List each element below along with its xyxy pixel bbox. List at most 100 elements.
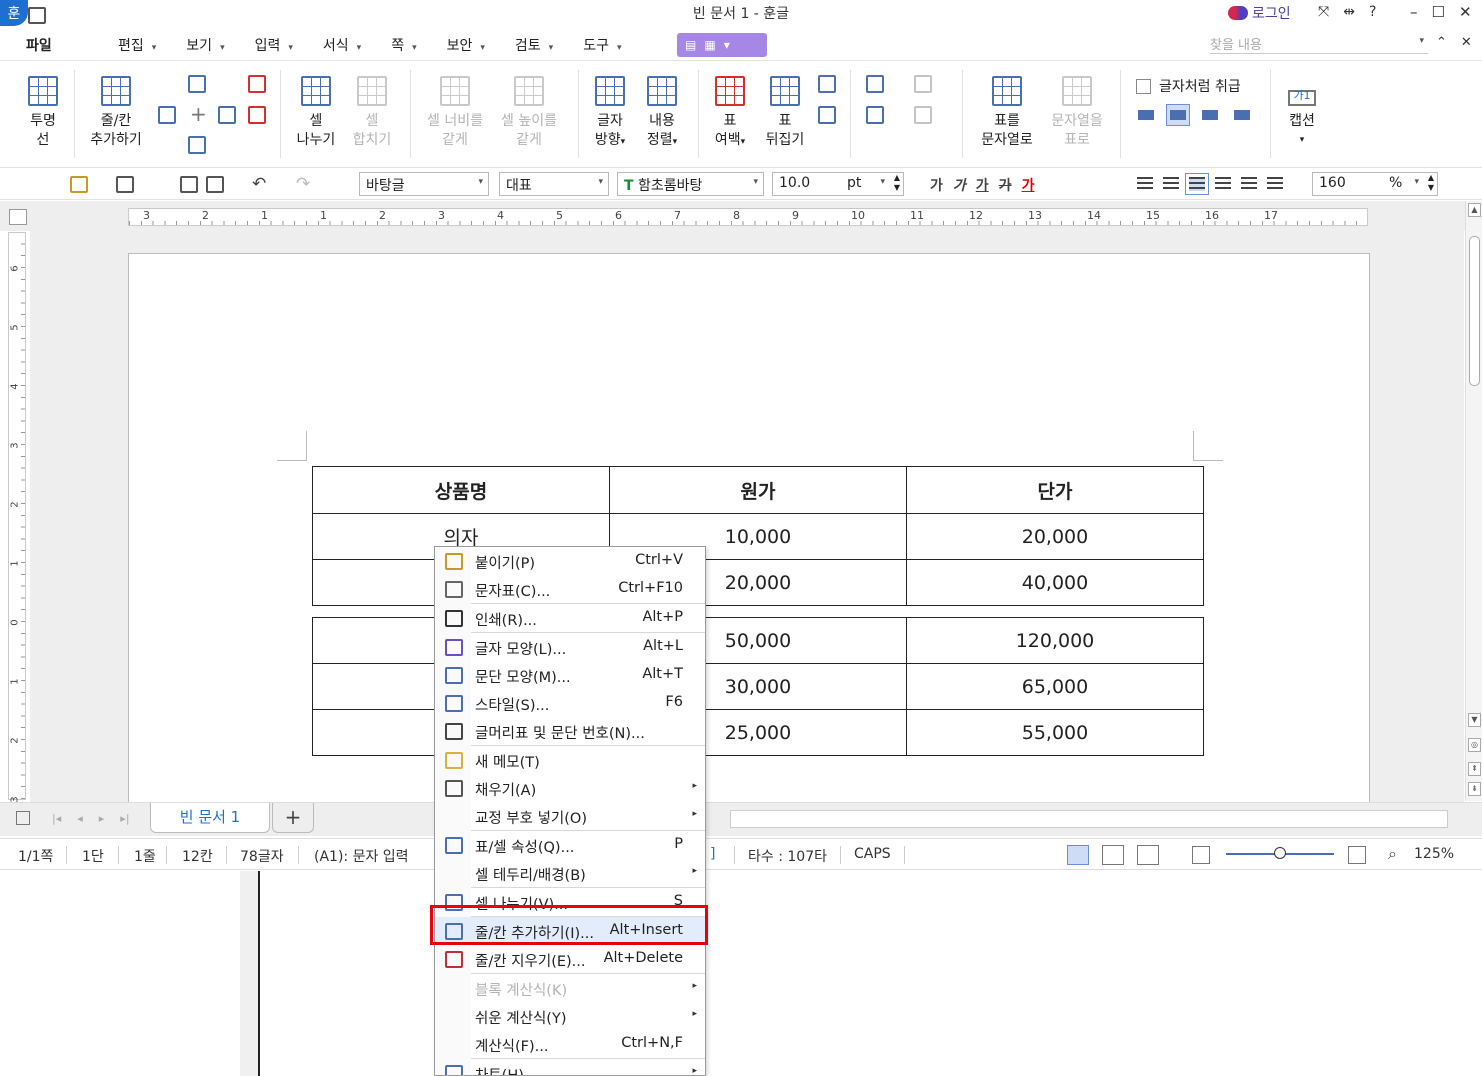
transparent-line-button[interactable]: 투명 선 [22,76,64,150]
italic-button[interactable]: 가 [953,175,966,195]
table-cell[interactable]: 120,000 [906,617,1204,664]
flip-table-button[interactable]: 표 뒤집기 [760,76,810,150]
open-folder-icon[interactable] [70,176,88,193]
context-menu-item[interactable]: 교정 부호 넣기(O) ▸ [435,802,705,830]
align-left-button[interactable] [1160,174,1182,194]
status-zoom[interactable]: 125% [1414,846,1454,862]
table-cell[interactable]: 55,000 [906,709,1204,756]
split-cell-button[interactable]: 셀 나누기 [294,76,338,150]
add-tab-button[interactable]: + [272,803,314,833]
table-cell[interactable]: 단가 [906,466,1204,514]
status-page[interactable]: 1/1쪽 [18,846,53,866]
prev-page-button[interactable]: ⇞ [1468,762,1481,776]
vertical-ruler[interactable]: 6543210123 [8,232,26,803]
close-doc-icon[interactable]: ✕ [1461,35,1472,50]
context-menu-item[interactable]: 블록 계산식(K) ▸ [435,974,705,1002]
text-direction-button[interactable]: 글자 방향▾ [588,76,632,152]
menu-security[interactable]: 보안 ▾ [447,35,485,55]
print-icon[interactable] [180,176,198,193]
search-input[interactable]: 찾을 내용 ▾ [1210,34,1428,54]
scroll-down-button[interactable]: ▼ [1468,713,1481,727]
new-doc-icon[interactable] [28,7,46,24]
menu-format[interactable]: 서식 ▾ [323,35,361,55]
table-cell[interactable]: 20,000 [906,513,1204,560]
context-menu-item[interactable]: 셀 테두리/배경(B) ▸ [435,859,705,887]
valign-justify-button[interactable] [1230,104,1254,126]
context-menu-item[interactable]: 글자 모양(L)... Alt+L [435,633,705,661]
undo-icon[interactable]: ↶ [252,174,266,194]
help-icon[interactable]: ? [1369,4,1376,20]
full-page-view-icon[interactable] [1137,845,1159,865]
horizontal-ruler[interactable]: 3 2 1 1 2 3 4 5 6 7 8 9 10 11 12 13 14 15 16 17 [128,208,1368,226]
add-row-col-button[interactable]: 줄/칸 추가하기 [84,76,148,150]
zoom-in-icon[interactable] [1348,846,1366,864]
fill-table-icon[interactable] [866,106,884,124]
zoom-out-icon[interactable] [1192,846,1210,864]
menu-view[interactable]: 보기 ▾ [186,35,224,55]
context-menu-item[interactable]: 계산식(F)... Ctrl+N,F [435,1030,705,1058]
equal-height-button[interactable]: 셀 높이를 같게 [494,76,564,150]
context-menu-item[interactable]: 문자표(C)... Ctrl+F10 [435,575,705,603]
chevron-down-icon[interactable]: ▾ [1419,36,1424,46]
insert-left-icon[interactable] [158,106,176,124]
table-cell[interactable]: 65,000 [906,663,1204,710]
valign-bottom-button[interactable] [1198,104,1222,126]
first-tab-button[interactable]: |◂ [52,812,61,825]
context-menu-item[interactable]: 표/셀 속성(Q)... P [435,831,705,859]
context-menu-item[interactable]: 인쇄(R)... Alt+P [435,604,705,632]
delete-col-icon[interactable] [248,106,266,124]
status-insert-mode[interactable]: ] [710,846,715,862]
delete-row-icon[interactable] [248,75,266,93]
equal-width-button[interactable]: 셀 너비를 같게 [420,76,490,150]
menu-review[interactable]: 검토 ▾ [515,35,553,55]
resize-icon[interactable]: ⇹ [1343,4,1355,20]
checkbox[interactable] [1136,78,1151,94]
menu-tools[interactable]: 도구 ▾ [583,35,621,55]
page-layout-icon[interactable] [16,811,30,825]
underline-button[interactable]: 가 [976,175,989,195]
align-distribute-button[interactable] [1238,174,1260,194]
prev-tab-button[interactable]: ◂ [77,812,83,825]
align-divide-button[interactable] [1264,174,1286,194]
table-margin-button[interactable]: 표 여백▾ [708,76,752,152]
collapse-ribbon-icon[interactable]: ⌃ [1436,35,1447,50]
save-icon[interactable] [116,176,134,193]
font-color-button[interactable]: 가 [1022,175,1035,195]
zoom-slider-handle[interactable] [1274,847,1286,859]
zoom-input[interactable]: 160 % ▾ ▲ ▼ [1312,172,1438,196]
bold-button[interactable]: 가 [930,175,943,195]
insert-above-icon[interactable] [188,75,206,93]
insert-below-icon[interactable] [188,136,206,154]
context-menu-item[interactable]: 스타일(S)... F6 [435,689,705,717]
table-op2-icon[interactable] [818,106,836,124]
next-page-button[interactable]: ⇟ [1468,782,1481,796]
fullscreen-icon[interactable]: ⤧ [1318,4,1329,20]
merge-cell-button[interactable]: 셀 합치기 [350,76,394,150]
align-justify-button[interactable] [1134,174,1156,194]
table-cell[interactable]: 40,000 [906,559,1204,606]
table-cell[interactable]: 원가 [609,466,907,514]
valign-top-button[interactable] [1134,104,1158,126]
insert-right-icon[interactable] [218,106,236,124]
minimize-button[interactable]: – [1410,3,1418,21]
ruler-corner-button[interactable] [9,209,27,225]
context-menu-item[interactable]: 문단 모양(M)... Alt+T [435,661,705,689]
text-to-table-button[interactable]: 문자열을 표로 [1044,76,1110,150]
font-select[interactable]: T 함초롬바탕 ▾ [617,172,764,196]
context-menu-item[interactable]: 새 메모(T) [435,746,705,774]
align-right-button[interactable] [1212,174,1234,194]
thousand-sep-icon[interactable] [914,75,932,93]
valign-middle-button[interactable] [1166,104,1190,126]
context-menu-item[interactable]: 줄/칸 지우기(E)... Alt+Delete [435,945,705,973]
sort-icon[interactable] [914,106,932,124]
scroll-page-icon[interactable]: ◎ [1468,738,1481,752]
tab-doc-1[interactable]: 빈 문서 1 [150,803,270,833]
last-tab-button[interactable]: ▸| [120,812,129,825]
context-menu-item[interactable]: 채우기(A) ▸ [435,774,705,802]
calc-icon[interactable] [866,75,884,93]
table-to-text-button[interactable]: 표를 문자열로 [974,76,1040,150]
menu-file[interactable]: 파일 [26,35,52,55]
content-align-button[interactable]: 내용 정렬▾ [640,76,684,152]
table-layout-icon[interactable]: ▦ [704,38,715,52]
table-op-icon[interactable] [818,75,836,93]
